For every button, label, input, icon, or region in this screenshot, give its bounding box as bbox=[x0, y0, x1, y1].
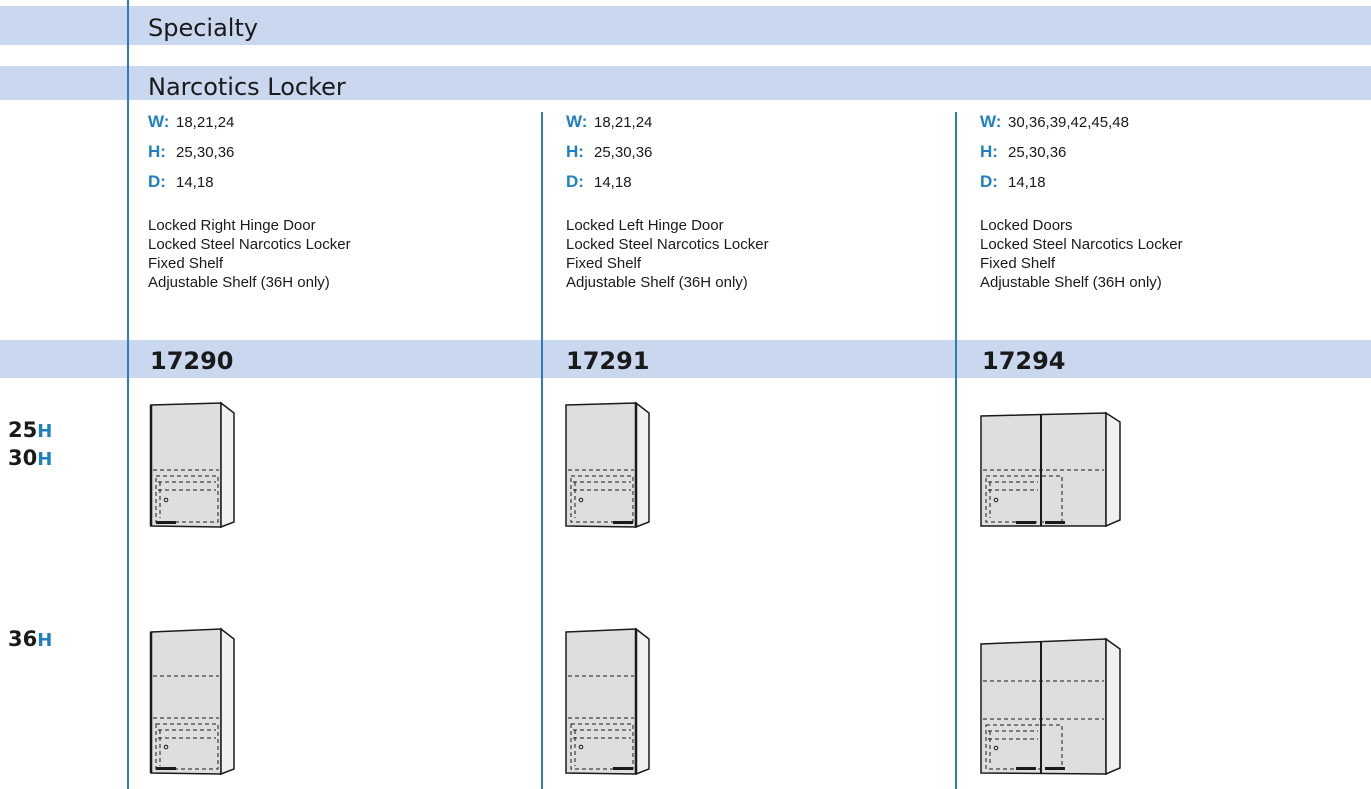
model-number: 17290 bbox=[150, 347, 234, 375]
height-label-30: 30H bbox=[8, 446, 53, 470]
depth-value: 14,18 bbox=[176, 174, 214, 191]
width-value: 30,36,39,42,45,48 bbox=[1008, 114, 1129, 131]
feature-list: Locked Left Hinge Door Locked Steel Narc… bbox=[566, 216, 769, 292]
feature-list: Locked Doors Locked Steel Narcotics Lock… bbox=[980, 216, 1183, 292]
depth-spec: D: 14,18 bbox=[148, 172, 351, 202]
cabinet-17290-tall-illustration bbox=[149, 627, 235, 776]
width-label: W: bbox=[566, 112, 588, 131]
height-label: H: bbox=[566, 142, 584, 161]
height-value: 25,30,36 bbox=[176, 144, 235, 161]
width-spec: W: 18,21,24 bbox=[148, 112, 351, 142]
width-spec: W: 18,21,24 bbox=[566, 112, 769, 142]
spec-column-2: W: 18,21,24 H: 25,30,36 D: 14,18 Locked … bbox=[566, 112, 769, 292]
height-spec: H: 25,30,36 bbox=[980, 142, 1183, 172]
column-divider-3 bbox=[955, 112, 957, 789]
feature-item: Locked Steel Narcotics Locker bbox=[148, 236, 351, 253]
feature-item: Locked Doors bbox=[980, 217, 1073, 234]
height-value: 25,30,36 bbox=[594, 144, 653, 161]
height-group-tall: 36H bbox=[8, 626, 52, 654]
feature-item: Locked Steel Narcotics Locker bbox=[566, 236, 769, 253]
width-value: 18,21,24 bbox=[176, 114, 235, 131]
model-number: 17291 bbox=[566, 347, 650, 375]
feature-item: Fixed Shelf bbox=[148, 255, 224, 272]
height-label: H: bbox=[148, 142, 166, 161]
cabinet-17291-short-illustration bbox=[565, 401, 650, 529]
width-label: W: bbox=[148, 112, 170, 131]
section-title: Specialty bbox=[148, 14, 259, 42]
feature-item: Locked Steel Narcotics Locker bbox=[980, 236, 1183, 253]
cabinet-17294-short-illustration bbox=[980, 411, 1121, 528]
feature-item: Locked Left Hinge Door bbox=[566, 217, 724, 234]
spec-column-1: W: 18,21,24 H: 25,30,36 D: 14,18 Locked … bbox=[148, 112, 351, 292]
feature-item: Locked Right Hinge Door bbox=[148, 217, 316, 234]
cabinet-17294-tall-illustration bbox=[980, 637, 1121, 776]
width-spec: W: 30,36,39,42,45,48 bbox=[980, 112, 1183, 142]
height-value: 25,30,36 bbox=[1008, 144, 1067, 161]
subsection-title: Narcotics Locker bbox=[148, 73, 346, 101]
depth-value: 14,18 bbox=[1008, 174, 1046, 191]
feature-item: Adjustable Shelf (36H only) bbox=[148, 274, 330, 291]
width-value: 18,21,24 bbox=[594, 114, 653, 131]
depth-label: D: bbox=[980, 172, 998, 191]
height-label: H: bbox=[980, 142, 998, 161]
depth-spec: D: 14,18 bbox=[980, 172, 1183, 202]
feature-list: Locked Right Hinge Door Locked Steel Nar… bbox=[148, 216, 351, 292]
column-divider-2 bbox=[541, 112, 543, 789]
spec-column-3: W: 30,36,39,42,45,48 H: 25,30,36 D: 14,1… bbox=[980, 112, 1183, 292]
feature-item: Adjustable Shelf (36H only) bbox=[566, 274, 748, 291]
model-number: 17294 bbox=[982, 347, 1066, 375]
height-group-short: 25H 30H bbox=[8, 417, 52, 473]
width-label: W: bbox=[980, 112, 1002, 131]
depth-label: D: bbox=[148, 172, 166, 191]
feature-item: Fixed Shelf bbox=[566, 255, 642, 272]
depth-value: 14,18 bbox=[594, 174, 632, 191]
height-spec: H: 25,30,36 bbox=[566, 142, 769, 172]
depth-spec: D: 14,18 bbox=[566, 172, 769, 202]
depth-label: D: bbox=[566, 172, 584, 191]
feature-item: Fixed Shelf bbox=[980, 255, 1056, 272]
height-label-25: 25H bbox=[8, 418, 53, 442]
cabinet-17291-tall-illustration bbox=[565, 627, 650, 776]
feature-item: Adjustable Shelf (36H only) bbox=[980, 274, 1162, 291]
height-spec: H: 25,30,36 bbox=[148, 142, 351, 172]
column-divider-main bbox=[127, 0, 129, 789]
cabinet-17290-short-illustration bbox=[149, 401, 235, 529]
height-label-36: 36H bbox=[8, 627, 53, 651]
